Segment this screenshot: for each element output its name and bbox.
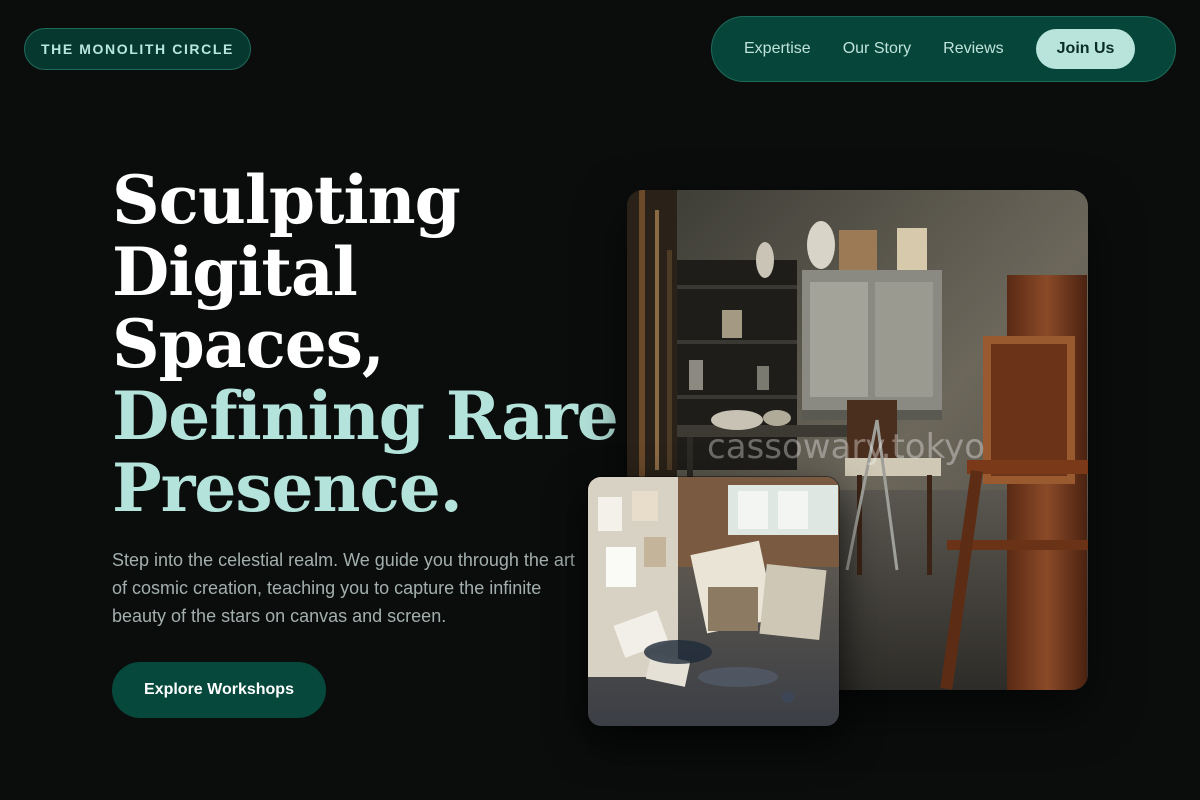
join-us-button[interactable]: Join Us [1035,29,1136,69]
hero-accent-line: Defining Rare [112,377,619,455]
hero-description: Step into the celestial realm. We guide … [112,550,575,626]
studio-photo-illustration [588,477,839,726]
top-navigation: Expertise Our Story Reviews Join Us [711,16,1176,82]
hero-title-line: Digital [112,233,358,311]
brand-name: THE MONOLITH CIRCLE [41,41,234,57]
hero-title-line: Spaces, [112,305,385,383]
explore-workshops-button[interactable]: Explore Workshops [112,662,326,718]
nav-link-our-story[interactable]: Our Story [843,40,911,58]
nav-link-expertise[interactable]: Expertise [744,40,811,58]
hero-title-line: Sculpting [112,161,461,239]
brand-logo[interactable]: THE MONOLITH CIRCLE [24,28,251,70]
studio-photo-secondary [587,476,840,727]
hero-accent-line: Presence. [112,449,463,527]
hero-title: Sculpting Digital Spaces, Defining Rare … [112,161,619,527]
landing-page: THE MONOLITH CIRCLE Expertise Our Story … [0,0,1200,800]
nav-link-reviews[interactable]: Reviews [943,40,1003,58]
watermark-text: cassowary.tokyo [707,427,985,467]
